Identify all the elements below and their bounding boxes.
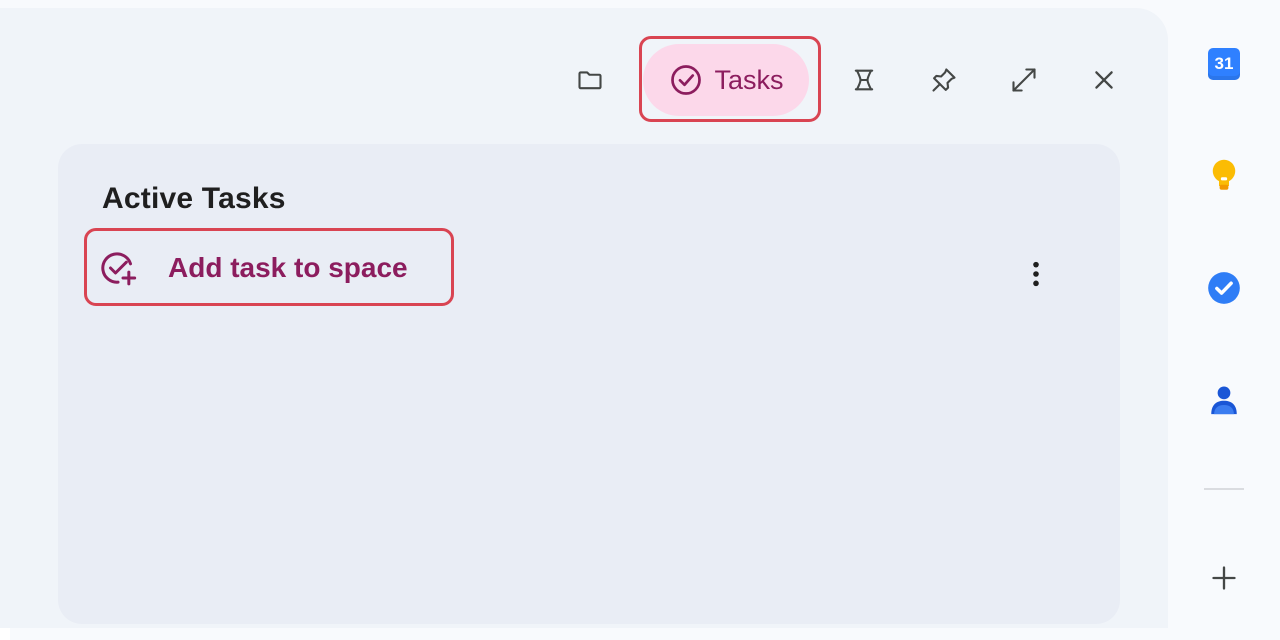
expand-icon[interactable] [1002,58,1046,102]
check-circle-icon [671,65,702,95]
close-icon[interactable] [1082,58,1126,102]
keep-icon [1212,159,1236,190]
add-task-label: Add task to space [168,252,408,283]
side-panel: Tasks Active Tasks Add task to space [0,8,1168,628]
scroll-icon[interactable] [842,58,886,102]
more-vert-icon[interactable] [1018,252,1054,296]
tasks-content: Active Tasks Add task to space [58,144,1120,624]
section-title: Active Tasks [102,182,286,215]
keep-app-button[interactable] [1200,152,1248,200]
tasks-app-button[interactable] [1200,264,1248,312]
panel-toolbar: Tasks [0,36,1168,124]
plus-icon[interactable] [1200,554,1248,602]
calendar-app-button[interactable]: 31 [1200,40,1248,88]
contacts-app-button[interactable] [1200,376,1248,424]
contacts-icon [1211,386,1237,415]
calendar-day: 31 [1214,54,1234,73]
rail-divider [1204,488,1244,490]
pin-icon[interactable] [922,58,966,102]
folder-icon[interactable] [568,58,612,102]
calendar-icon: 31 [1208,48,1240,80]
tab-tasks[interactable]: Tasks [643,44,809,116]
add-task-button[interactable]: Add task to space [98,244,408,292]
add-task-icon [101,252,137,286]
tab-tasks-label: Tasks [714,64,784,95]
tasks-icon [1208,272,1240,304]
